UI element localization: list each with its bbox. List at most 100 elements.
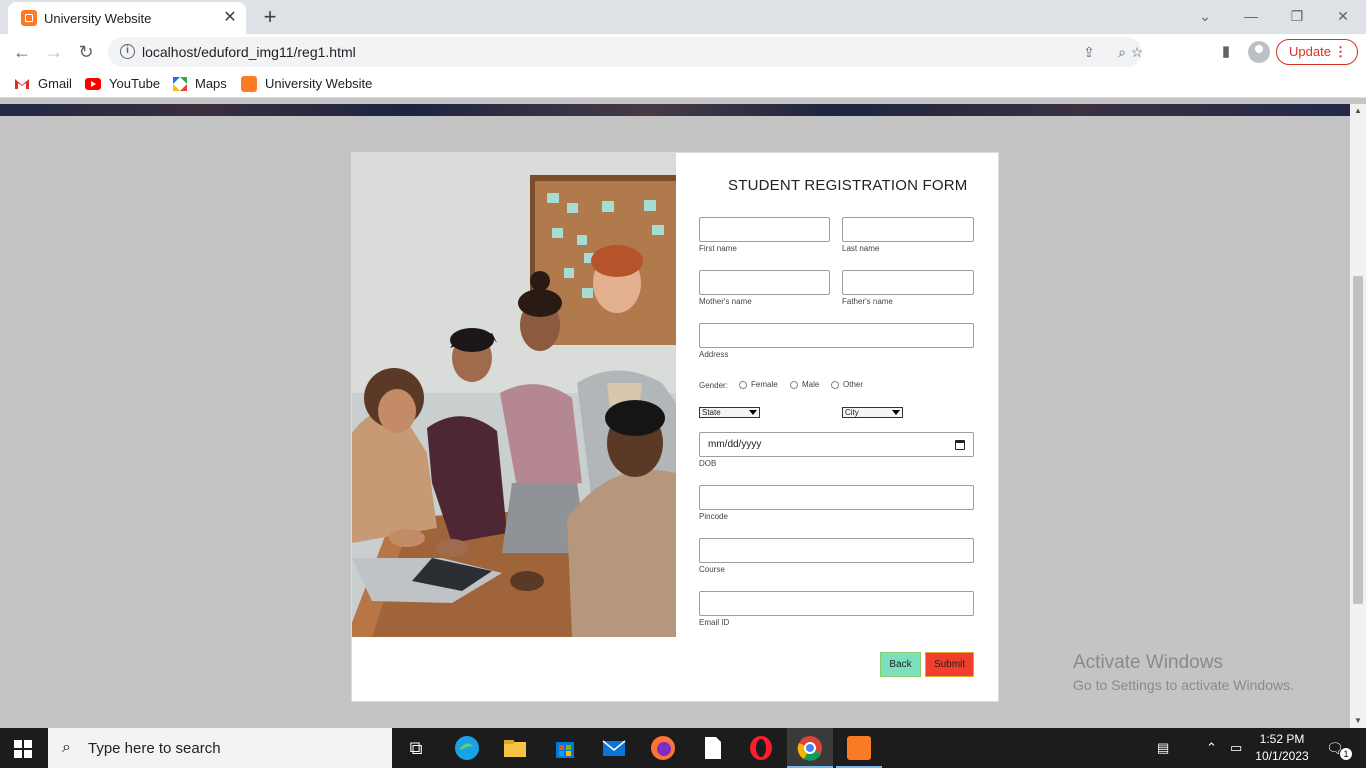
notepad-icon[interactable]	[698, 734, 726, 762]
submit-button[interactable]: Submit	[925, 652, 974, 677]
bookmark-maps[interactable]: Maps	[195, 76, 227, 91]
new-tab-button[interactable]: +	[258, 5, 282, 29]
bookmark-youtube[interactable]: YouTube	[109, 76, 160, 91]
gender-other-label: Other	[843, 380, 864, 389]
father-name-input[interactable]	[842, 270, 974, 295]
share-icon[interactable]: ⇪	[1078, 41, 1100, 63]
opera-icon[interactable]	[747, 734, 775, 762]
search-icon: ⌕	[62, 739, 71, 756]
dob-input[interactable]: mm/dd/yyyy	[699, 432, 974, 457]
menu-dots-icon: ⋮	[1334, 44, 1347, 59]
minimize-button[interactable]: —	[1236, 4, 1266, 28]
gender-female-radio[interactable]	[739, 381, 747, 389]
file-explorer-icon[interactable]	[501, 734, 529, 762]
tab-strip: University Website ✕ + ⌄ — ❐ ✕	[0, 0, 1366, 34]
profile-avatar-icon[interactable]	[1248, 41, 1270, 63]
clock-date: 10/1/2023	[1255, 749, 1309, 763]
chevron-down-icon	[749, 410, 757, 415]
address-input[interactable]	[699, 323, 974, 348]
father-name-label: Father's name	[842, 297, 893, 306]
meet-now-icon[interactable]: ▭	[1230, 740, 1242, 756]
hero-image-strip	[0, 104, 1350, 116]
windows-start-icon[interactable]	[14, 740, 32, 758]
url-text[interactable]: localhost/eduford_img11/reg1.html	[142, 44, 356, 60]
firefox-icon[interactable]	[649, 734, 677, 762]
email-label: Email ID	[699, 618, 730, 627]
close-window-button[interactable]: ✕	[1328, 4, 1358, 28]
show-hidden-icons-icon[interactable]: ⌃	[1206, 740, 1217, 756]
gmail-icon	[15, 79, 29, 89]
email-input[interactable]	[699, 591, 974, 616]
store-icon[interactable]	[551, 734, 579, 762]
page-viewport: STUDENT REGISTRATION FORM First name Las…	[0, 104, 1350, 728]
notification-count-badge: 1	[1340, 748, 1352, 760]
state-select-value: State	[702, 408, 721, 417]
close-tab-icon[interactable]: ✕	[220, 8, 240, 28]
edge-icon[interactable]	[453, 734, 481, 762]
task-view-icon[interactable]: ⧉	[402, 734, 430, 762]
gender-male-label: Male	[802, 380, 820, 389]
xampp-icon	[847, 736, 871, 760]
gender-other-radio[interactable]	[831, 381, 839, 389]
taskbar-search[interactable]: ⌕ Type here to search	[48, 728, 392, 768]
bookmark-university-website[interactable]: University Website	[265, 76, 372, 91]
state-select[interactable]: State	[699, 407, 760, 418]
bookmarks-bar: Gmail YouTube Maps University Website	[0, 70, 1366, 98]
first-name-input[interactable]	[699, 217, 830, 242]
activate-subtitle: Go to Settings to activate Windows.	[1073, 677, 1294, 693]
xampp-icon	[241, 76, 257, 92]
activate-windows-watermark: Activate Windows Go to Settings to activ…	[1073, 652, 1294, 693]
city-select-value: City	[845, 408, 859, 417]
side-panel-icon[interactable]: ▮	[1214, 40, 1238, 64]
forward-arrow-icon[interactable]: →	[40, 38, 68, 66]
restore-button[interactable]: ❐	[1282, 4, 1312, 28]
last-name-label: Last name	[842, 244, 880, 253]
news-widget-icon[interactable]: ▤	[1157, 740, 1169, 756]
city-select[interactable]: City	[842, 407, 903, 418]
update-button[interactable]: Update ⋮	[1276, 39, 1358, 65]
scroll-up-icon[interactable]: ▲	[1350, 104, 1366, 118]
mother-name-input[interactable]	[699, 270, 830, 295]
maps-icon	[173, 77, 187, 91]
browser-toolbar: ← → ↻ i localhost/eduford_img11/reg1.htm…	[0, 34, 1366, 70]
activate-title: Activate Windows	[1073, 652, 1223, 673]
back-arrow-icon[interactable]: ←	[8, 38, 36, 66]
bookmark-star-icon[interactable]: ☆	[1126, 41, 1148, 63]
course-label: Course	[699, 565, 725, 574]
chrome-taskbar-active[interactable]	[787, 728, 833, 768]
page-scrollbar[interactable]: ▲ ▼	[1350, 104, 1366, 728]
address-bar[interactable]: i localhost/eduford_img11/reg1.html ⌕ ☆ …	[108, 37, 1143, 67]
youtube-icon	[85, 78, 101, 90]
bookmark-gmail[interactable]: Gmail	[38, 76, 72, 91]
mail-icon[interactable]	[600, 734, 628, 762]
xampp-taskbar[interactable]	[836, 728, 882, 768]
tab-search-icon[interactable]: ⌄	[1190, 4, 1220, 28]
back-button[interactable]: Back	[880, 652, 921, 677]
pincode-input[interactable]	[699, 485, 974, 510]
browser-tab[interactable]: University Website ✕	[8, 2, 246, 34]
clock-time: 1:52 PM	[1259, 732, 1305, 746]
reload-icon[interactable]: ↻	[72, 38, 100, 66]
gender-male-radio[interactable]	[790, 381, 798, 389]
search-placeholder: Type here to search	[88, 740, 221, 757]
dob-placeholder: mm/dd/yyyy	[708, 439, 762, 450]
students-photo	[352, 153, 676, 637]
gender-female-label: Female	[751, 380, 778, 389]
chrome-icon	[797, 736, 822, 761]
taskbar-clock[interactable]: 1:52 PM 10/1/2023	[1252, 731, 1312, 765]
tab-title: University Website	[44, 11, 152, 26]
scroll-thumb[interactable]	[1353, 276, 1363, 604]
form-title: STUDENT REGISTRATION FORM	[728, 177, 968, 194]
chevron-down-icon	[892, 410, 900, 415]
site-info-icon[interactable]: i	[120, 44, 135, 59]
registration-card: STUDENT REGISTRATION FORM First name Las…	[351, 152, 999, 702]
scroll-down-icon[interactable]: ▼	[1350, 714, 1366, 728]
pincode-label: Pincode	[699, 512, 728, 521]
xampp-icon	[21, 10, 37, 26]
mother-name-label: Mother's name	[699, 297, 752, 306]
course-input[interactable]	[699, 538, 974, 563]
gender-label: Gender:	[699, 381, 728, 390]
calendar-icon[interactable]	[955, 440, 965, 450]
last-name-input[interactable]	[842, 217, 974, 242]
first-name-label: First name	[699, 244, 737, 253]
